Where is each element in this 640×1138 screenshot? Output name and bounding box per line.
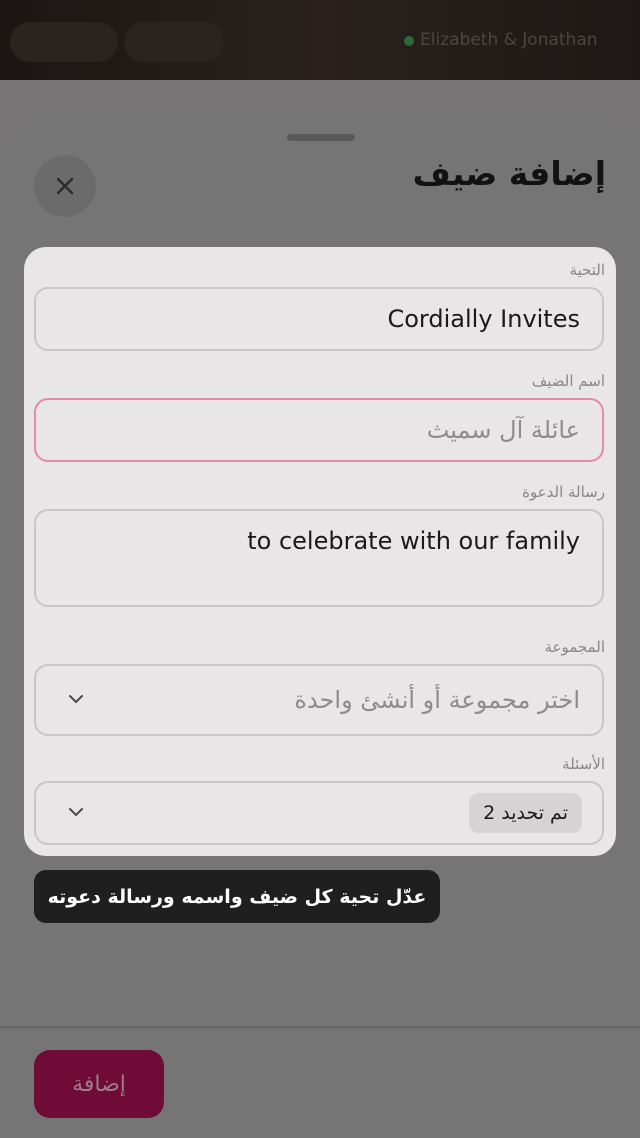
greeting-field[interactable]: Cordially Invites xyxy=(34,287,604,351)
background-host-name: Elizabeth & Jonathan xyxy=(420,30,598,50)
background-pill xyxy=(124,22,224,62)
guest-name-placeholder: عائلة آل سميث xyxy=(426,416,580,444)
invitation-message-label: رسالة الدعوة xyxy=(522,483,605,501)
greeting-value: Cordially Invites xyxy=(387,305,580,333)
invitation-message-value: to celebrate with our family xyxy=(247,527,580,555)
guest-form-card: التحية Cordially Invites اسم الضيف عائلة… xyxy=(24,247,616,856)
questions-select[interactable]: تم تحديد 2 xyxy=(34,781,604,845)
group-label: المجموعة xyxy=(544,638,605,656)
sheet-title: إضافة ضيف xyxy=(412,154,606,193)
invitation-message-field[interactable]: to celebrate with our family xyxy=(34,509,604,607)
onboarding-tooltip: عدّل تحية كل ضيف واسمه ورسالة دعوته xyxy=(34,870,440,923)
guest-name-field[interactable]: عائلة آل سميث xyxy=(34,398,604,462)
questions-label: الأسئلة xyxy=(562,755,605,773)
close-button[interactable] xyxy=(34,155,96,217)
background-app-header: Elizabeth & Jonathan xyxy=(0,0,640,90)
close-icon xyxy=(56,177,74,195)
greeting-label: التحية xyxy=(569,261,605,279)
guest-name-label: اسم الضيف xyxy=(531,372,605,390)
status-dot xyxy=(404,36,414,46)
add-guest-button[interactable]: إضافة xyxy=(34,1050,164,1118)
chevron-down-icon xyxy=(69,695,83,703)
sheet-drag-handle[interactable] xyxy=(287,134,355,141)
group-placeholder: اختر مجموعة أو أنشئ واحدة xyxy=(294,686,580,714)
footer-divider xyxy=(0,1026,640,1028)
group-select[interactable]: اختر مجموعة أو أنشئ واحدة xyxy=(34,664,604,736)
background-pill xyxy=(10,22,118,62)
questions-selected-badge: تم تحديد 2 xyxy=(469,793,582,833)
chevron-down-icon xyxy=(69,808,83,816)
